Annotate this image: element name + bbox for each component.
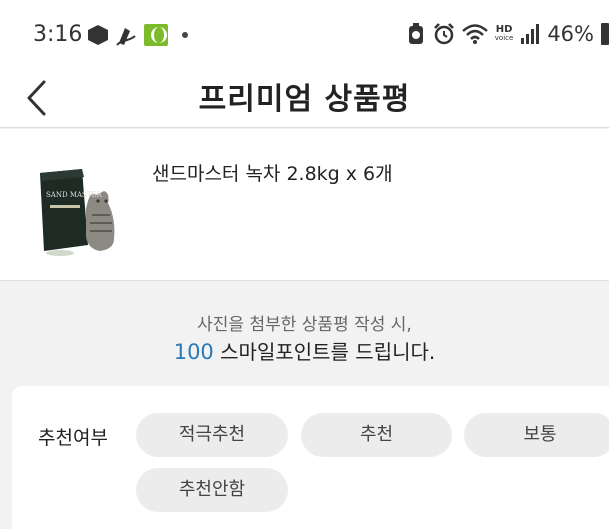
recommendation-card: 추천여부 적극추천 추천 보통 추천안함 [12, 386, 609, 529]
status-bar: 3:16 HD voice 46% [0, 0, 609, 68]
hd-label: HD [495, 24, 513, 35]
status-time: 3:16 [33, 22, 83, 47]
recommendation-label: 추천여부 [38, 427, 108, 449]
wifi-icon [461, 24, 488, 44]
option-recommend[interactable]: 추천 [301, 413, 452, 457]
green-app-icon [144, 24, 168, 46]
option-neutral[interactable]: 보통 [464, 413, 609, 457]
battery-saver-icon [408, 23, 423, 44]
product-name: 샌드마스터 녹차 2.8kg x 6개 [152, 163, 393, 185]
battery-icon [601, 23, 609, 45]
status-right: HD voice 46% [406, 22, 609, 46]
product-summary: SAND MASTER 샌드마스터 녹차 2.8kg x 6개 [0, 129, 609, 281]
app-header: 프리미엄 상품평 [0, 68, 609, 128]
option-not-recommend[interactable]: 추천안함 [136, 468, 288, 512]
product-image-text: SAND MASTER [46, 191, 103, 199]
hd-voice-icon: HD voice [495, 25, 514, 43]
signature-icon [116, 28, 136, 46]
points-banner: 사진을 첨부한 상품평 작성 시, 100 스마일포인트를 드립니다. [0, 290, 609, 376]
points-amount: 100 [173, 340, 214, 364]
voice-label: voice [494, 34, 514, 42]
banner-line2-text: 스마일포인트를 드립니다. [213, 340, 436, 364]
more-notifications-dot-icon [182, 32, 188, 38]
notification-icons [88, 24, 188, 46]
app-cube-icon [88, 25, 108, 45]
option-strongly-recommend[interactable]: 적극추천 [136, 413, 288, 457]
product-image: SAND MASTER [40, 169, 115, 256]
signal-icon [521, 24, 540, 44]
banner-line2: 100 스마일포인트를 드립니다. [0, 336, 609, 365]
page-title: 프리미엄 상품평 [198, 82, 411, 117]
battery-percent: 46% [547, 22, 594, 46]
banner-line1: 사진을 첨부한 상품평 작성 시, [197, 315, 412, 335]
alarm-icon [433, 23, 454, 45]
